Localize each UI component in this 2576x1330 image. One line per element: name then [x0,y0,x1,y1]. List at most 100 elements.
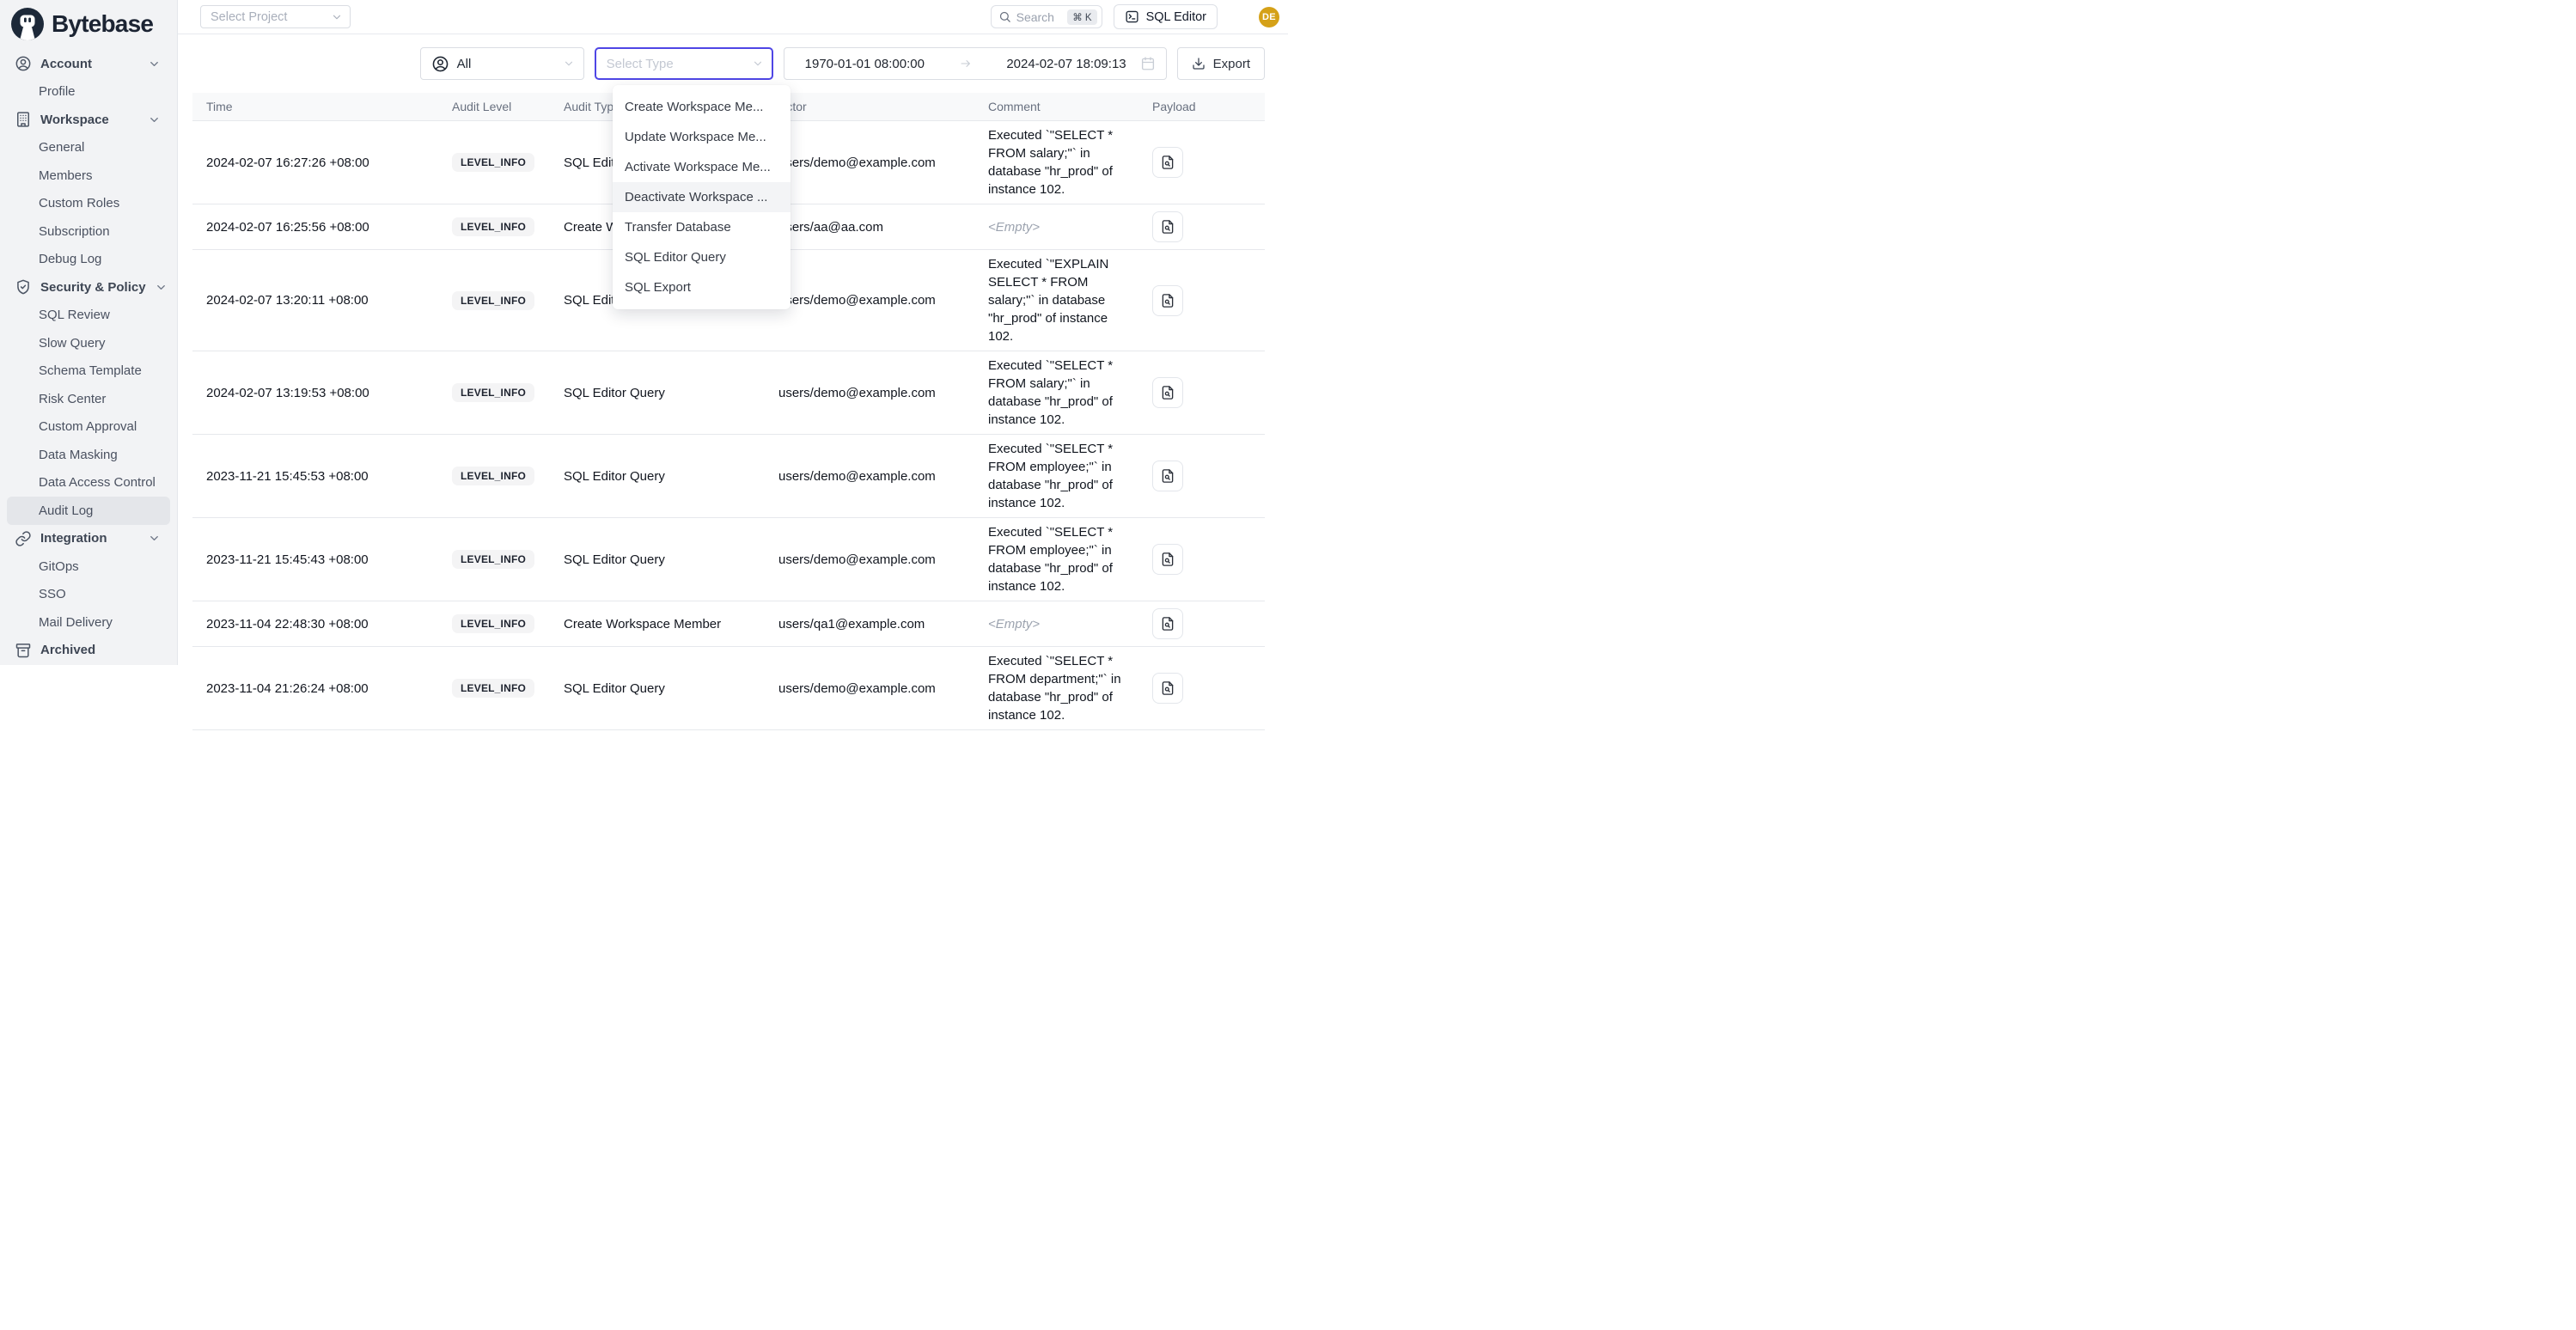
bytebase-logo-icon [11,8,44,40]
sidebar-item-label: Security & Policy [40,280,146,295]
audit-level-badge: LEVEL_INFO [452,383,534,402]
sidebar-item-debug-log[interactable]: Debug Log [7,246,170,274]
date-range-picker: 1970-01-01 08:00:00 2024-02-07 18:09:13 [784,47,1167,80]
file-search-icon [1160,385,1175,400]
sidebar-item-general[interactable]: General [7,134,170,162]
sidebar-item-label: Archived [40,643,95,657]
actor-filter-select[interactable]: All [420,47,584,80]
type-filter-menu: Create Workspace Me...Update Workspace M… [613,85,791,309]
cell-time: 2023-11-21 15:45:53 +08:00 [192,469,438,484]
sidebar-item-label: Audit Log [39,503,93,518]
cell-time: 2023-11-04 21:26:24 +08:00 [192,681,438,696]
sidebar-item-schema-template[interactable]: Schema Template [7,357,170,386]
type-menu-item-sql-editor-query[interactable]: SQL Editor Query [613,242,791,272]
sql-editor-button[interactable]: SQL Editor [1114,4,1218,29]
payload-view-button[interactable] [1152,544,1183,575]
payload-view-button[interactable] [1152,147,1183,178]
cell-audit-level: LEVEL_INFO [438,291,550,310]
cell-payload [1138,461,1265,491]
sidebar-item-workspace[interactable]: Workspace [7,106,170,134]
search-input[interactable]: Search ⌘ K [991,5,1102,28]
sidebar-nav: AccountProfile Workspace General Members Cus… [0,46,177,664]
table-row: 2023-11-04 22:48:30 +08:00LEVEL_INFOCrea… [192,601,1265,647]
sidebar-item-sso[interactable]: SSO [7,581,170,609]
cell-time: 2023-11-21 15:45:43 +08:00 [192,552,438,567]
sidebar-item-label: Custom Roles [39,196,119,210]
date-to-input[interactable]: 2024-02-07 18:09:13 [1006,57,1126,71]
chevron-down-icon [563,58,575,70]
sidebar-item-profile[interactable]: Profile [7,78,170,107]
column-header-time: Time [192,100,438,113]
table-row: 2023-11-21 15:45:43 +08:00LEVEL_INFOSQL … [192,518,1265,601]
sidebar-item-label: Data Access Control [39,475,156,490]
cell-time: 2024-02-07 16:27:26 +08:00 [192,156,438,170]
type-menu-item-activate-workspace-me[interactable]: Activate Workspace Me... [613,152,791,182]
audit-level-badge: LEVEL_INFO [452,467,534,485]
sidebar-item-label: Risk Center [39,392,106,406]
project-select[interactable]: Select Project [200,5,351,28]
type-menu-item-deactivate-workspace[interactable]: Deactivate Workspace ... [613,182,791,212]
avatar[interactable]: DE [1259,7,1279,27]
sidebar-item-gitops[interactable]: GitOps [7,552,170,581]
cell-payload [1138,211,1265,242]
sidebar-item-data-masking[interactable]: Data Masking [7,441,170,469]
cell-comment: Executed `"SELECT * FROM employee;"` in … [974,435,1138,517]
sidebar-item-data-access-control[interactable]: Data Access Control [7,469,170,497]
sidebar-item-risk-center[interactable]: Risk Center [7,385,170,413]
table-row: 2023-11-04 21:26:24 +08:00LEVEL_INFOSQL … [192,647,1265,730]
sidebar-item-custom-approval[interactable]: Custom Approval [7,413,170,442]
terminal-icon [1125,9,1139,24]
payload-view-button[interactable] [1152,461,1183,491]
type-menu-item-update-workspace-me[interactable]: Update Workspace Me... [613,122,791,152]
sidebar-item-label: Schema Template [39,363,142,378]
cell-audit-level: LEVEL_INFO [438,614,550,633]
type-menu-item-create-workspace-me[interactable]: Create Workspace Me... [613,92,791,122]
user-circle-icon [15,55,32,72]
column-header-audit-level: Audit Level [438,100,550,113]
payload-view-button[interactable] [1152,211,1183,242]
sql-editor-label: SQL Editor [1146,10,1206,24]
cell-time: 2024-02-07 13:20:11 +08:00 [192,293,438,308]
cell-time: 2024-02-07 16:25:56 +08:00 [192,220,438,235]
sidebar-item-archived[interactable]: Archived [7,637,170,665]
cell-actor: users/demo@example.com [765,293,974,308]
chevron-down-icon [148,532,161,545]
user-circle-icon [431,55,449,73]
sidebar-item-slow-query[interactable]: Slow Query [7,329,170,357]
settings-gear-icon[interactable] [1229,8,1248,27]
payload-view-button[interactable] [1152,285,1183,316]
sidebar-item-label: General [39,140,84,155]
sidebar-item-integration[interactable]: Integration [7,525,170,553]
sidebar-item-subscription[interactable]: Subscription [7,217,170,246]
cell-audit-type: SQL Editor Query [550,552,765,567]
sidebar-item-mail-delivery[interactable]: Mail Delivery [7,608,170,637]
cell-audit-level: LEVEL_INFO [438,550,550,569]
type-menu-item-sql-export[interactable]: SQL Export [613,272,791,302]
building-icon [15,111,32,128]
sidebar-item-sql-review[interactable]: SQL Review [7,302,170,330]
sidebar-item-account[interactable]: Account [7,50,170,78]
bytebase-logo[interactable]: Bytebase [0,0,177,46]
sidebar-item-audit-log[interactable]: Audit Log [7,497,170,525]
filter-row: All Select Type 1970-01-01 08:00:00 2024… [192,47,1265,80]
cell-audit-level: LEVEL_INFO [438,467,550,485]
type-menu-item-transfer-database[interactable]: Transfer Database [613,212,791,242]
cell-actor: users/demo@example.com [765,469,974,484]
sidebar-item-label: Subscription [39,224,110,239]
search-icon [998,10,1011,23]
payload-view-button[interactable] [1152,377,1183,408]
sidebar-item-label: Workspace [40,113,109,127]
cell-payload [1138,673,1265,704]
column-header-comment: Comment [974,100,1138,113]
table-row: 2024-02-07 13:19:53 +08:00LEVEL_INFOSQL … [192,351,1265,435]
sidebar-item-members[interactable]: Members [7,162,170,190]
export-button[interactable]: Export [1177,47,1265,80]
shield-check-icon [15,278,32,296]
type-filter-select[interactable]: Select Type [595,47,773,80]
sidebar-item-security-policy[interactable]: Security & Policy [7,273,170,302]
sidebar-item-custom-roles[interactable]: Custom Roles [7,190,170,218]
date-from-input[interactable]: 1970-01-01 08:00:00 [805,57,925,71]
payload-view-button[interactable] [1152,673,1183,704]
payload-view-button[interactable] [1152,608,1183,639]
table-row: 2023-11-21 15:45:53 +08:00LEVEL_INFOSQL … [192,435,1265,518]
